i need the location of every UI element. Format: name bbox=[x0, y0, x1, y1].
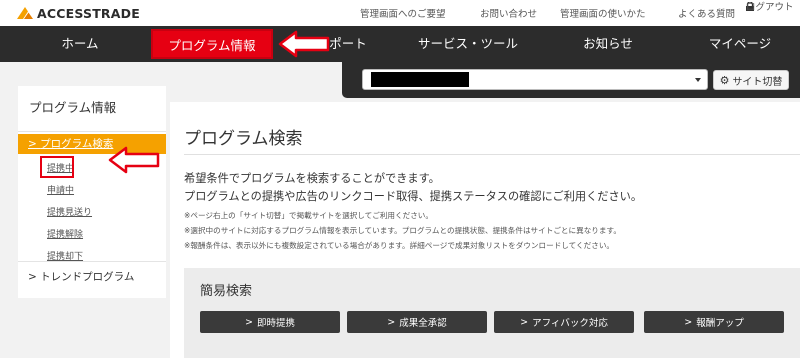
nav-mypage[interactable]: マイページ bbox=[700, 26, 780, 62]
link-contact[interactable]: お問い合わせ bbox=[480, 6, 537, 20]
link-feedback[interactable]: 管理画面へのご要望 bbox=[360, 6, 446, 20]
sidebar-item-label: > プログラム検索 bbox=[28, 138, 114, 150]
brand-logo[interactable]: ACCESSTRADE bbox=[17, 5, 140, 21]
chevron-right-icon: > bbox=[245, 316, 253, 328]
note-line: ※報酬条件は、表示以外にも複数設定されている場合があります。詳細ページで成果対象… bbox=[184, 241, 615, 250]
description-line: プログラムとの提携や広告のリンクコード取得、提携ステータスの確認にご利用ください… bbox=[184, 190, 643, 203]
redacted-site-name bbox=[371, 72, 469, 87]
quick-search-title: 簡易検索 bbox=[200, 284, 253, 299]
gear-icon: ⚙ bbox=[719, 73, 730, 87]
nav-program-info[interactable]: プログラム情報 bbox=[151, 29, 273, 59]
link-faq[interactable]: よくある質問 bbox=[678, 6, 735, 20]
nav-news[interactable]: お知らせ bbox=[573, 26, 643, 62]
sidebar: プログラム情報 > プログラム検索 提携中 申請中 提携見送り 提携解除 提携却… bbox=[18, 86, 166, 298]
brand-name: ACCESSTRADE bbox=[37, 5, 140, 21]
sidebar-title: プログラム情報 bbox=[29, 100, 117, 115]
divider bbox=[184, 154, 800, 155]
main-nav: ホーム プログラム情報 ポート サービス・ツール お知らせ マイページ bbox=[0, 26, 800, 62]
chevron-right-icon: > bbox=[684, 316, 693, 328]
nav-report[interactable]: ポート bbox=[326, 26, 370, 62]
note-line: ※選択中のサイトに対応するプログラム情報を表示しています。プログラムとの提携状態… bbox=[184, 226, 621, 235]
top-bar: ACCESSTRADE 管理画面へのご要望 お問い合わせ 管理画面の使いかた よ… bbox=[0, 0, 800, 26]
divider bbox=[18, 261, 166, 262]
sidebar-subitem-terminated[interactable]: 提携解除 bbox=[47, 227, 83, 240]
callout-box bbox=[40, 156, 74, 178]
chevron-down-icon bbox=[695, 78, 701, 82]
sidebar-item-label: トレンドプログラム bbox=[40, 271, 135, 283]
site-switch-label: サイト切替 bbox=[732, 76, 783, 88]
chevron-right-icon: > bbox=[520, 316, 529, 328]
logout-label: ログアウト bbox=[746, 2, 794, 13]
sidebar-subitem-applying[interactable]: 申請中 bbox=[47, 183, 74, 196]
callout-arrow-sidebar-icon bbox=[108, 146, 160, 174]
quick-button-full-approval[interactable]: > 成果全承認 bbox=[347, 311, 487, 333]
callout-arrow-nav-icon bbox=[278, 30, 330, 58]
brand-logo-icon bbox=[17, 7, 33, 19]
site-switch-button[interactable]: ⚙ サイト切替 bbox=[713, 70, 789, 90]
nav-services-tools[interactable]: サービス・ツール bbox=[418, 26, 518, 62]
quick-button-affiback[interactable]: > アフィバック対応 bbox=[494, 311, 634, 333]
chevron-right-icon: > bbox=[387, 316, 396, 328]
nav-home[interactable]: ホーム bbox=[40, 26, 120, 62]
divider bbox=[18, 131, 166, 132]
link-howto[interactable]: 管理画面の使いかた bbox=[560, 6, 646, 20]
quick-button-instant-partner[interactable]: > 即時提携 bbox=[200, 311, 340, 333]
sidebar-subitem-declined[interactable]: 提携見送り bbox=[47, 205, 92, 218]
sidebar-item-trend[interactable]: > トレンドプログラム bbox=[28, 269, 134, 284]
site-select[interactable] bbox=[362, 69, 708, 90]
note-line: ※ページ右上の「サイト切替」で掲載サイトを選択してご利用ください。 bbox=[184, 211, 433, 220]
description-line: 希望条件でプログラムを検索することができます。 bbox=[184, 172, 440, 185]
quick-button-reward-up[interactable]: > 報酬アップ bbox=[644, 311, 784, 333]
page-title: プログラム検索 bbox=[184, 129, 303, 149]
